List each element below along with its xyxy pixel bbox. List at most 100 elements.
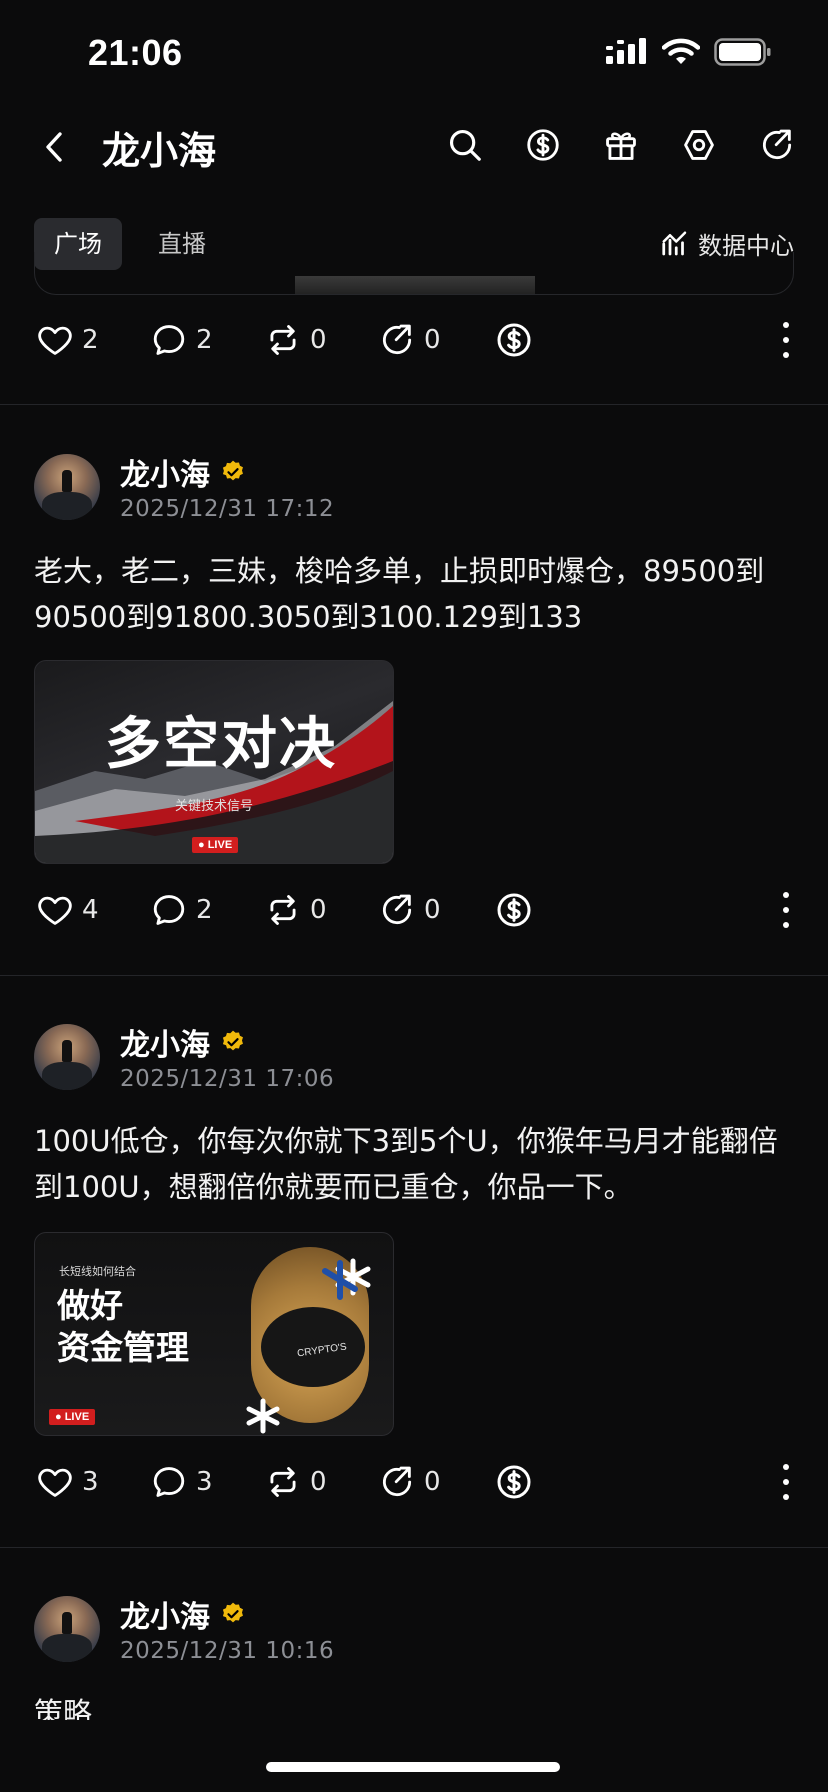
share-page-button[interactable] — [758, 126, 796, 164]
gift-button[interactable] — [602, 126, 640, 164]
dollar-icon — [494, 1462, 534, 1502]
post-timestamp: 2025/12/31 17:06 — [120, 1066, 335, 1092]
dollar-icon — [494, 890, 534, 930]
avatar[interactable] — [34, 1024, 100, 1090]
comment-button[interactable]: 2 — [150, 310, 213, 370]
post-thumbnail[interactable]: 多空对决 关键技术信号 ● LIVE — [34, 660, 394, 864]
page-title: 龙小海 — [102, 129, 217, 173]
repost-button[interactable]: 0 — [264, 1452, 327, 1512]
like-count: 4 — [82, 895, 99, 925]
tip-post-button[interactable] — [494, 880, 534, 940]
search-button[interactable] — [446, 126, 484, 164]
previous-post-actions: 2 2 0 0 — [0, 310, 828, 370]
search-icon — [449, 129, 481, 161]
comment-count: 2 — [196, 895, 213, 925]
comment-count: 2 — [196, 325, 213, 355]
share-arrow-icon — [378, 1463, 416, 1501]
share-arrow-icon — [378, 891, 416, 929]
repost-count: 0 — [310, 325, 327, 355]
post-thumbnail[interactable]: 长短线如何结合 做好 资金管理 CRYPTO'S ● LIVE — [34, 1232, 394, 1436]
heart-icon — [36, 891, 74, 929]
author-name-row[interactable]: 龙小海 — [120, 450, 246, 494]
repost-count: 0 — [310, 1467, 327, 1497]
share-button[interactable]: 0 — [378, 1452, 441, 1512]
like-count: 2 — [82, 325, 99, 355]
live-badge: ● LIVE — [192, 837, 239, 853]
like-count: 3 — [82, 1467, 99, 1497]
post-header: 龙小海 2025/12/31 10:16 — [0, 1592, 828, 1672]
live-badge-label: LIVE — [64, 1411, 90, 1423]
wifi-icon — [661, 38, 701, 70]
comment-icon — [150, 321, 188, 359]
tip-dollar-icon — [524, 126, 562, 164]
post-header: 龙小海 2025/12/31 17:06 — [0, 1020, 828, 1100]
comment-icon — [150, 1463, 188, 1501]
post-text[interactable]: 100U低仓，你每次你就下3到5个U，你猴年马月才能翻倍到100U，想翻倍你就要… — [34, 1118, 794, 1210]
more-icon — [783, 322, 789, 328]
post-timestamp: 2025/12/31 10:16 — [120, 1638, 335, 1664]
tip-post-button[interactable] — [494, 310, 534, 370]
share-icon — [758, 126, 796, 164]
avatar[interactable] — [34, 1596, 100, 1662]
like-button[interactable]: 2 — [36, 310, 99, 370]
divider — [0, 975, 828, 976]
verified-icon — [220, 1029, 246, 1055]
settings-button[interactable] — [680, 126, 718, 164]
author-name: 龙小海 — [120, 1028, 210, 1063]
author-name-row[interactable]: 龙小海 — [120, 1020, 246, 1064]
comment-button[interactable]: 3 — [150, 1452, 213, 1512]
live-badge: ● LIVE — [49, 1409, 96, 1425]
repost-count: 0 — [310, 895, 327, 925]
status-bar: 21:06 — [0, 0, 828, 100]
nav-bar: 龙小海 — [0, 110, 828, 186]
avatar[interactable] — [34, 454, 100, 520]
more-icon — [783, 1464, 789, 1470]
heart-icon — [36, 1463, 74, 1501]
asterisk-decoration — [246, 1258, 371, 1434]
verified-icon — [220, 1601, 246, 1627]
repost-icon — [264, 891, 302, 929]
like-button[interactable]: 3 — [36, 1452, 99, 1512]
post-text[interactable]: 策略 — [34, 1690, 794, 1720]
post-header: 龙小海 2025/12/31 17:12 — [0, 450, 828, 530]
settings-hex-icon — [684, 130, 714, 160]
divider — [0, 1547, 828, 1548]
more-button[interactable] — [780, 322, 792, 358]
tip-button[interactable] — [524, 126, 562, 164]
comment-button[interactable]: 2 — [150, 880, 213, 940]
heart-icon — [36, 321, 74, 359]
comment-count: 3 — [196, 1467, 213, 1497]
live-badge-label: LIVE — [207, 839, 233, 851]
home-indicator[interactable] — [266, 1762, 560, 1772]
share-arrow-icon — [378, 321, 416, 359]
share-button[interactable]: 0 — [378, 310, 441, 370]
signal-icon — [606, 38, 648, 70]
status-time: 21:06 — [88, 32, 183, 73]
repost-icon — [264, 1463, 302, 1501]
post-text[interactable]: 老大，老二，三妹，梭哈多单，止损即时爆仓，89500到90500到91800.3… — [34, 548, 794, 640]
more-button[interactable] — [780, 892, 792, 928]
author-name: 龙小海 — [120, 1600, 210, 1635]
share-count: 0 — [424, 895, 441, 925]
thumbnail-subtitle: 关键技术信号 — [174, 799, 253, 814]
post-timestamp: 2025/12/31 17:12 — [120, 496, 335, 522]
share-count: 0 — [424, 325, 441, 355]
tip-post-button[interactable] — [494, 1452, 534, 1512]
share-button[interactable]: 0 — [378, 880, 441, 940]
share-count: 0 — [424, 1467, 441, 1497]
back-button[interactable] — [34, 124, 74, 170]
dollar-icon — [494, 320, 534, 360]
like-button[interactable]: 4 — [36, 880, 99, 940]
thumbnail-title: 多空对决 — [105, 712, 337, 777]
previous-post-media[interactable] — [34, 252, 794, 295]
nav-actions — [446, 126, 796, 164]
more-button[interactable] — [780, 1464, 792, 1500]
repost-button[interactable]: 0 — [264, 880, 327, 940]
author-name-row[interactable]: 龙小海 — [120, 1592, 246, 1636]
comment-icon — [150, 891, 188, 929]
battery-icon — [714, 38, 772, 70]
repost-button[interactable]: 0 — [264, 310, 327, 370]
verified-icon — [220, 459, 246, 485]
divider — [0, 404, 828, 405]
back-icon — [46, 132, 62, 162]
